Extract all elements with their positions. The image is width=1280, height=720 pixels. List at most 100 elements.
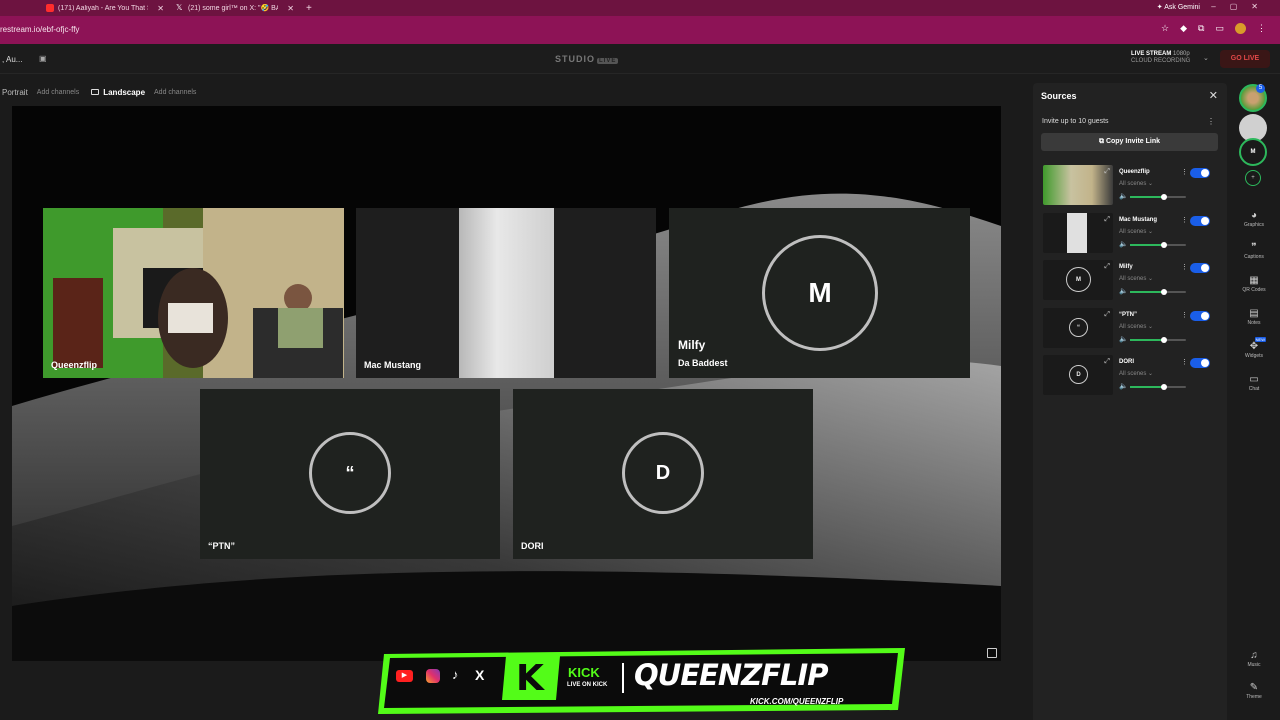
source-toggle[interactable] <box>1190 358 1210 368</box>
volume-icon[interactable]: 🔈 <box>1119 382 1128 390</box>
portrait-tab[interactable]: Portrait <box>2 88 28 97</box>
cloud-recording-label: CLOUD RECORDING <box>1131 58 1191 64</box>
music-button[interactable]: ♫ Music <box>1230 650 1278 668</box>
cast-icon[interactable]: ▭ <box>1215 23 1224 34</box>
more-icon[interactable]: ⋮ <box>1181 168 1188 176</box>
theme-button[interactable]: ✎ Theme <box>1230 682 1278 700</box>
volume-knob[interactable] <box>1160 242 1167 248</box>
volume-knob[interactable] <box>1160 289 1167 295</box>
more-icon[interactable]: ⋮ <box>1181 216 1188 224</box>
close-icon[interactable]: ✕ <box>157 4 164 13</box>
url-field[interactable]: restream.io/ebf-ofjc-ffy <box>0 25 79 34</box>
tile-queenzflip[interactable]: Queenzflip <box>43 208 344 378</box>
scene-dropdown[interactable]: All scenes ⌄ <box>1119 180 1153 187</box>
expand-icon[interactable]: ⤢ <box>1104 358 1110 366</box>
avatar-initial-text: D <box>1076 371 1081 378</box>
window-controls[interactable]: –▢✕ <box>1211 2 1272 11</box>
tab-x[interactable]: 𝕏 (21) some girl™ on X: "🤣 BA ✕ <box>170 0 300 16</box>
notes-button[interactable]: ▤ Notes <box>1230 308 1278 326</box>
avatar-initial: M <box>1066 267 1091 292</box>
scene-dropdown[interactable]: All scenes ⌄ <box>1119 323 1153 330</box>
go-live-button[interactable]: GO LIVE <box>1220 50 1270 68</box>
scene-dropdown[interactable]: All scenes ⌄ <box>1119 228 1153 235</box>
source-item[interactable]: M ⤢ Milfy All scenes ⌄ 🔈 ⋮ <box>1041 260 1218 302</box>
widgets-button[interactable]: ✥ NEW Widgets <box>1230 337 1278 359</box>
volume-knob[interactable] <box>1160 194 1167 200</box>
expand-icon[interactable]: ⤢ <box>1104 311 1110 319</box>
source-toggle[interactable] <box>1190 168 1210 178</box>
source-item[interactable]: “⤢ “PTN” All scenes ⌄ 🔈 ⋮ <box>1041 308 1218 350</box>
volume-slider[interactable] <box>1130 289 1186 295</box>
guest-avatar[interactable]: M <box>1239 138 1267 166</box>
landscape-tab[interactable]: Landscape <box>91 88 145 97</box>
volume-slider[interactable] <box>1130 194 1186 200</box>
source-item[interactable]: ⤢ Mac Mustang All scenes ⌄ 🔈 ⋮ <box>1041 213 1218 255</box>
tab-title: (171) Aaliyah - Are You That So <box>58 4 148 12</box>
chat-button[interactable]: ▭ Chat <box>1230 374 1278 392</box>
chevron-down-icon[interactable]: ⌄ <box>1203 54 1209 62</box>
tile-dori[interactable]: D DORI <box>513 389 813 559</box>
source-toggle[interactable] <box>1190 216 1210 226</box>
add-guest-button[interactable]: + <box>1245 170 1261 186</box>
widgets-icon: ✥ <box>1249 341 1259 352</box>
volume-slider[interactable] <box>1130 337 1186 343</box>
live-stream-selector[interactable]: LIVE STREAM 1080p CLOUD RECORDING <box>1131 51 1190 65</box>
copy-invite-link-button[interactable]: ⧉ Copy Invite Link <box>1041 133 1218 151</box>
expand-icon[interactable]: ⤢ <box>1104 216 1110 224</box>
extension-icon[interactable]: ◆ <box>1180 23 1187 34</box>
source-item[interactable]: ⤢ Queenzflip All scenes ⌄ 🔈 ⋮ <box>1041 165 1218 207</box>
close-icon[interactable]: ✕ <box>1209 89 1218 102</box>
volume-slider[interactable] <box>1130 384 1186 390</box>
tiktok-icon: ♪ <box>452 667 459 682</box>
volume-icon[interactable]: 🔈 <box>1119 192 1128 200</box>
expand-icon[interactable]: ⤢ <box>1104 263 1110 271</box>
source-toggle[interactable] <box>1190 263 1210 273</box>
youtube-icon <box>46 4 54 12</box>
stage-canvas[interactable]: Queenzflip Mac Mustang M Milfy Da Baddes… <box>12 106 1001 661</box>
landscape-add-channels[interactable]: Add channels <box>154 89 196 96</box>
source-item[interactable]: D ⤢ DORI All scenes ⌄ 🔈 ⋮ <box>1041 355 1218 397</box>
puzzle-icon[interactable]: ⧉ <box>1198 23 1204 34</box>
tab-youtube[interactable]: (171) Aaliyah - Are You That So ✕ <box>40 0 170 16</box>
volume-icon[interactable]: 🔈 <box>1119 240 1128 248</box>
volume-icon[interactable]: 🔈 <box>1119 335 1128 343</box>
profile-avatar[interactable] <box>1235 23 1246 34</box>
rail-label: Captions <box>1244 254 1264 260</box>
more-icon[interactable]: ⋮ <box>1181 263 1188 271</box>
tile-milfy[interactable]: M Milfy Da Baddest <box>669 208 970 378</box>
volume-icon[interactable]: 🔈 <box>1119 287 1128 295</box>
tile-ptn[interactable]: “ “PTN” <box>200 389 500 559</box>
new-tab-button[interactable]: + <box>300 3 318 14</box>
star-icon[interactable]: ☆ <box>1161 23 1169 34</box>
menu-icon[interactable]: ⋮ <box>1257 23 1266 34</box>
volume-knob[interactable] <box>1160 337 1167 343</box>
invite-label: Invite up to 10 guests <box>1042 118 1109 125</box>
volume-slider[interactable] <box>1130 242 1186 248</box>
more-icon[interactable]: ⋮ <box>1181 358 1188 366</box>
calendar-icon[interactable]: ▣ <box>39 54 47 63</box>
close-icon[interactable]: ✕ <box>287 4 294 13</box>
qr-codes-button[interactable]: ▦ QR Codes <box>1230 275 1278 293</box>
source-thumbnail: ⤢ <box>1043 165 1113 205</box>
project-title[interactable]: , Au... <box>2 55 22 64</box>
quote-icon: ❞ <box>1251 242 1257 253</box>
avatar-initial-text: “ <box>345 462 355 483</box>
tile-mac-mustang[interactable]: Mac Mustang <box>356 208 656 378</box>
portrait-add-channels[interactable]: Add channels <box>37 89 79 96</box>
captions-button[interactable]: ❞ Captions <box>1230 242 1278 260</box>
chat-icon: ▭ <box>1249 374 1259 385</box>
source-toggle[interactable] <box>1190 311 1210 321</box>
fullscreen-icon[interactable] <box>987 648 997 658</box>
expand-icon[interactable]: ⤢ <box>1104 168 1110 176</box>
avatar-initial: D <box>1069 365 1088 384</box>
scene-dropdown[interactable]: All scenes ⌄ <box>1119 370 1153 377</box>
rail-label: QR Codes <box>1242 287 1266 293</box>
scene-dropdown[interactable]: All scenes ⌄ <box>1119 275 1153 282</box>
volume-knob[interactable] <box>1160 384 1167 390</box>
ask-gemini-button[interactable]: ✦ Ask Gemini <box>1157 3 1200 11</box>
camera-feed <box>43 208 344 378</box>
graphics-button[interactable]: ◕ Graphics <box>1230 210 1278 228</box>
more-icon[interactable]: ⋮ <box>1181 311 1188 319</box>
more-icon[interactable]: ⋮ <box>1207 117 1215 126</box>
guest-avatar[interactable]: 5 <box>1239 84 1267 112</box>
